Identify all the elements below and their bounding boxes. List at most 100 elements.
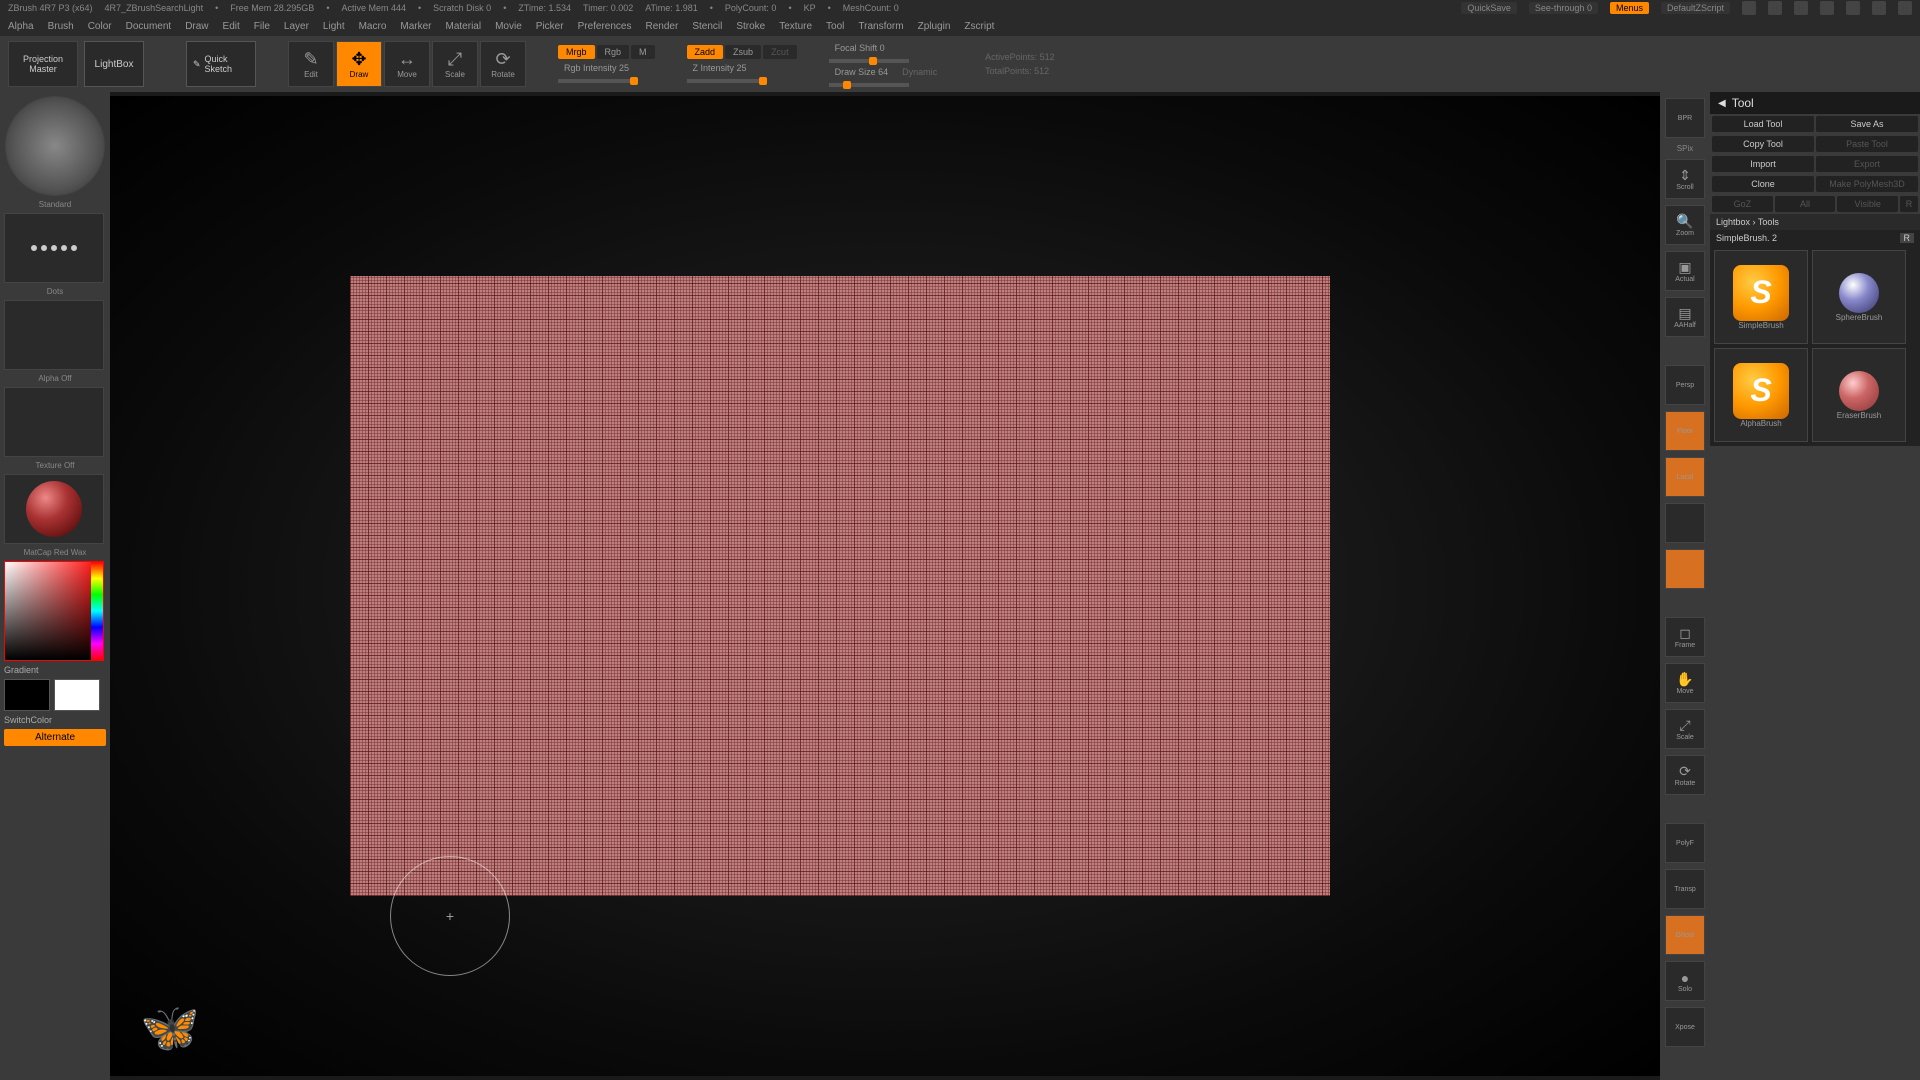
menu-light[interactable]: Light xyxy=(323,21,345,32)
dynamic-label[interactable]: Dynamic xyxy=(896,65,943,79)
menu-transform[interactable]: Transform xyxy=(858,21,903,32)
xpose-button[interactable]: Xpose xyxy=(1665,1007,1705,1047)
defaultscript-button[interactable]: DefaultZScript xyxy=(1661,2,1730,14)
save-as-button[interactable]: Save As xyxy=(1816,116,1918,132)
focal-shift-slider[interactable] xyxy=(829,59,909,63)
scale-button[interactable]: ⤢Scale xyxy=(432,41,478,87)
menus-button[interactable]: Menus xyxy=(1610,2,1649,14)
m-button[interactable]: M xyxy=(631,45,655,59)
zoom-button[interactable]: 🔍Zoom xyxy=(1665,205,1705,245)
stroke-preview[interactable] xyxy=(4,213,104,283)
ghost-button[interactable]: Ghost xyxy=(1665,915,1705,955)
draw-button[interactable]: ✥Draw xyxy=(336,41,382,87)
seethrough-button[interactable]: See-through 0 xyxy=(1529,2,1598,14)
menu-tool[interactable]: Tool xyxy=(826,21,844,32)
projection-master-button[interactable]: Projection Master xyxy=(8,41,78,87)
goz-visible-button[interactable]: Visible xyxy=(1837,196,1898,212)
thumb-eraserbrush[interactable]: EraserBrush xyxy=(1812,348,1906,442)
tool-panel-header[interactable]: ◀ Tool xyxy=(1710,92,1920,114)
quick-sketch-button[interactable]: ✎ Quick Sketch xyxy=(186,41,256,87)
load-tool-button[interactable]: Load Tool xyxy=(1712,116,1814,132)
switch-color-button[interactable]: SwitchColor xyxy=(4,715,106,725)
local-button[interactable]: Local xyxy=(1665,457,1705,497)
current-tool-row[interactable]: SimpleBrush. 2 R xyxy=(1710,230,1920,246)
minimize-icon[interactable] xyxy=(1846,1,1860,15)
export-button[interactable]: Export xyxy=(1816,156,1918,172)
persp-button[interactable]: Persp xyxy=(1665,365,1705,405)
menu-layer[interactable]: Layer xyxy=(284,21,309,32)
gradient-label[interactable]: Gradient xyxy=(4,665,106,675)
aahalf-button[interactable]: ▤AAHalf xyxy=(1665,297,1705,337)
floor-button[interactable]: Floor xyxy=(1665,411,1705,451)
goz-button[interactable]: GoZ xyxy=(1712,196,1773,212)
menu-brush[interactable]: Brush xyxy=(48,21,74,32)
goz-all-button[interactable]: All xyxy=(1775,196,1836,212)
copy-tool-button[interactable]: Copy Tool xyxy=(1712,136,1814,152)
titlebar-icon-1[interactable] xyxy=(1742,1,1756,15)
actual-button[interactable]: ▣Actual xyxy=(1665,251,1705,291)
lsym-button[interactable] xyxy=(1665,549,1705,589)
quicksave-button[interactable]: QuickSave xyxy=(1461,2,1517,14)
paste-tool-button[interactable]: Paste Tool xyxy=(1816,136,1918,152)
menu-stroke[interactable]: Stroke xyxy=(736,21,765,32)
frame-button[interactable]: ◻Frame xyxy=(1665,617,1705,657)
draw-size-slider[interactable] xyxy=(829,83,909,87)
goz-r-button[interactable]: R xyxy=(1900,196,1918,212)
move-nav-button[interactable]: ✋Move xyxy=(1665,663,1705,703)
scroll-button[interactable]: ⇕Scroll xyxy=(1665,159,1705,199)
thumb-simplebrush[interactable]: SSimpleBrush xyxy=(1714,250,1808,344)
texture-preview[interactable] xyxy=(4,387,104,457)
rotate-button[interactable]: ⟳Rotate xyxy=(480,41,526,87)
transp-button[interactable]: Transp xyxy=(1665,869,1705,909)
material-preview[interactable] xyxy=(4,474,104,544)
import-button[interactable]: Import xyxy=(1712,156,1814,172)
tool-r-flag[interactable]: R xyxy=(1900,233,1915,243)
make-polymesh-button[interactable]: Make PolyMesh3D xyxy=(1816,176,1918,192)
menu-zscript[interactable]: Zscript xyxy=(964,21,994,32)
brush-preview[interactable] xyxy=(5,96,105,196)
color-picker[interactable] xyxy=(4,561,104,661)
z-intensity-slider[interactable] xyxy=(687,79,767,83)
rotate-nav-button[interactable]: ⟳Rotate xyxy=(1665,755,1705,795)
menu-material[interactable]: Material xyxy=(446,21,482,32)
move-button[interactable]: ↔Move xyxy=(384,41,430,87)
titlebar-icon-2[interactable] xyxy=(1768,1,1782,15)
menu-file[interactable]: File xyxy=(254,21,270,32)
bpr-button[interactable]: BPR xyxy=(1665,98,1705,138)
viewport-canvas[interactable]: 🦋 xyxy=(110,96,1660,1076)
lightbox-button[interactable]: LightBox xyxy=(84,41,144,87)
menu-edit[interactable]: Edit xyxy=(223,21,240,32)
scale-nav-button[interactable]: ⤢Scale xyxy=(1665,709,1705,749)
menu-zplugin[interactable]: Zplugin xyxy=(918,21,951,32)
zcut-button[interactable]: Zcut xyxy=(763,45,797,59)
secondary-color-swatch[interactable] xyxy=(4,679,50,711)
lightbox-tools-label[interactable]: Lightbox › Tools xyxy=(1710,214,1920,230)
thumb-alphabrush[interactable]: SAlphaBrush xyxy=(1714,348,1808,442)
menu-color[interactable]: Color xyxy=(88,21,112,32)
edit-button[interactable]: ✎Edit xyxy=(288,41,334,87)
hue-strip[interactable] xyxy=(91,562,103,660)
titlebar-icon-3[interactable] xyxy=(1794,1,1808,15)
menu-render[interactable]: Render xyxy=(646,21,679,32)
rgb-button[interactable]: Rgb xyxy=(597,45,630,59)
polyf-button[interactable]: PolyF xyxy=(1665,823,1705,863)
menu-draw[interactable]: Draw xyxy=(185,21,208,32)
solo-button[interactable]: ●Solo xyxy=(1665,961,1705,1001)
menu-picker[interactable]: Picker xyxy=(536,21,564,32)
zadd-button[interactable]: Zadd xyxy=(687,45,724,59)
rgb-intensity-slider[interactable] xyxy=(558,79,638,83)
alpha-preview[interactable] xyxy=(4,300,104,370)
clone-button[interactable]: Clone xyxy=(1712,176,1814,192)
titlebar-icon-4[interactable] xyxy=(1820,1,1834,15)
maximize-icon[interactable] xyxy=(1872,1,1886,15)
menu-stencil[interactable]: Stencil xyxy=(692,21,722,32)
menu-movie[interactable]: Movie xyxy=(495,21,522,32)
menu-preferences[interactable]: Preferences xyxy=(578,21,632,32)
menu-texture[interactable]: Texture xyxy=(779,21,812,32)
mrgb-button[interactable]: Mrgb xyxy=(558,45,595,59)
menu-macro[interactable]: Macro xyxy=(359,21,387,32)
menu-document[interactable]: Document xyxy=(126,21,172,32)
menu-marker[interactable]: Marker xyxy=(400,21,431,32)
primary-color-swatch[interactable] xyxy=(54,679,100,711)
close-icon[interactable] xyxy=(1898,1,1912,15)
